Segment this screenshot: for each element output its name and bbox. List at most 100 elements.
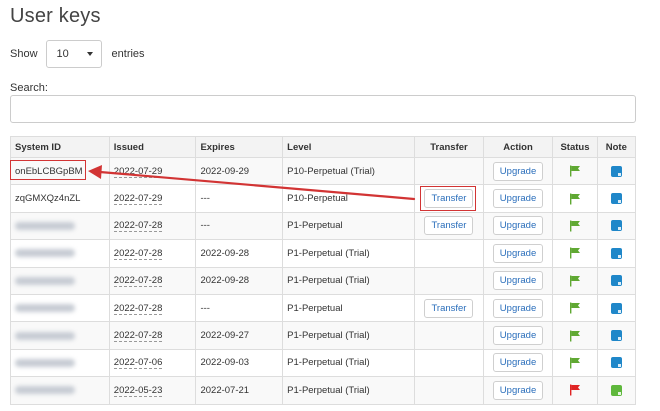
system-id-cell — [10, 239, 110, 268]
flag-icon[interactable] — [569, 330, 581, 342]
issued-cell: 2022-07-29 — [108, 184, 197, 213]
upgrade-button[interactable]: Upgrade — [492, 216, 544, 236]
level-cell: P10-Perpetual — [282, 184, 416, 213]
expires-cell: 2022-09-28 — [195, 266, 284, 295]
entries-select[interactable]: 10 — [45, 40, 102, 68]
table-row: 2022-07-28 --- P1-Perpetual Transfer Upgrade — [10, 211, 637, 241]
flag-icon[interactable] — [569, 275, 581, 287]
flag-icon[interactable] — [569, 357, 581, 369]
search-input[interactable] — [10, 95, 636, 123]
action-cell: Upgrade — [482, 156, 554, 186]
level-cell: P1-Perpetual (Trial) — [282, 348, 416, 378]
issued-cell: 2022-07-29 — [108, 156, 197, 186]
note-icon[interactable] — [610, 302, 622, 314]
action-cell: Upgrade — [482, 266, 554, 295]
note-icon[interactable] — [610, 330, 622, 342]
system-id-redacted — [15, 331, 75, 340]
transfer-cell — [414, 266, 484, 295]
transfer-cell — [414, 376, 484, 405]
upgrade-button[interactable]: Upgrade — [492, 161, 544, 181]
table-row: 2022-07-28 2022-09-28 P1-Perpetual (Trial)… — [10, 239, 637, 268]
note-cell — [596, 211, 637, 241]
flag-icon[interactable] — [569, 193, 581, 205]
upgrade-button[interactable]: Upgrade — [492, 243, 544, 263]
header-system-id[interactable]: System ID — [10, 136, 110, 158]
expires-cell: 2022-09-03 — [195, 348, 284, 378]
header-level[interactable]: Level — [282, 136, 416, 158]
issued-cell: 2022-07-28 — [108, 321, 197, 350]
note-icon[interactable] — [610, 384, 622, 396]
level-cell: P1-Perpetual — [282, 211, 416, 241]
header-expires[interactable]: Expires — [195, 136, 284, 158]
flag-icon[interactable] — [569, 165, 581, 177]
transfer-cell — [414, 321, 484, 350]
chevron-down-icon — [86, 52, 93, 56]
note-cell — [596, 184, 637, 213]
level-cell: P1-Perpetual (Trial) — [282, 239, 416, 268]
transfer-cell: Transfer — [414, 293, 484, 323]
level-cell: P1-Perpetual (Trial) — [282, 266, 416, 295]
note-icon[interactable] — [610, 247, 622, 259]
system-id-value: onEbLCBGpBM — [15, 165, 83, 177]
table-header-row: System ID Issued Expires Level Transfer … — [10, 136, 637, 158]
transfer-button[interactable]: Transfer — [424, 298, 474, 318]
entries-select-value: 10 — [56, 48, 69, 60]
upgrade-button[interactable]: Upgrade — [492, 189, 544, 209]
header-status[interactable]: Status — [552, 136, 598, 158]
action-cell: Upgrade — [482, 239, 554, 268]
expires-cell: 2022-07-21 — [195, 376, 284, 405]
transfer-cell — [414, 156, 484, 186]
upgrade-button[interactable]: Upgrade — [492, 298, 544, 318]
expires-cell: 2022-09-27 — [195, 321, 284, 350]
action-cell: Upgrade — [482, 376, 554, 405]
issued-date: 2022-07-28 — [113, 275, 163, 288]
issued-date: 2022-07-28 — [113, 220, 163, 233]
header-transfer[interactable]: Transfer — [414, 136, 484, 158]
action-cell: Upgrade — [482, 293, 554, 323]
transfer-button[interactable]: Transfer — [424, 216, 474, 236]
header-note[interactable]: Note — [596, 136, 637, 158]
expires-cell: --- — [195, 293, 284, 323]
page-title: User keys — [10, 5, 101, 27]
status-cell — [552, 211, 598, 241]
expires-cell: 2022-09-28 — [195, 239, 284, 268]
note-icon[interactable] — [610, 165, 622, 177]
note-cell — [596, 266, 637, 295]
level-cell: P1-Perpetual (Trial) — [282, 321, 416, 350]
note-icon[interactable] — [610, 275, 622, 287]
note-icon[interactable] — [610, 220, 622, 232]
issued-date: 2022-05-23 — [113, 384, 163, 397]
flag-icon[interactable] — [569, 220, 581, 232]
transfer-cell: Transfer — [414, 184, 484, 213]
upgrade-button[interactable]: Upgrade — [492, 380, 544, 400]
system-id-redacted — [15, 304, 75, 313]
flag-icon[interactable] — [569, 247, 581, 259]
show-label: Show — [10, 48, 38, 60]
issued-date: 2022-07-06 — [113, 357, 163, 370]
upgrade-button[interactable]: Upgrade — [492, 353, 544, 373]
expires-cell: --- — [195, 184, 284, 213]
header-action[interactable]: Action — [482, 136, 554, 158]
issued-cell: 2022-07-28 — [108, 266, 197, 295]
level-cell: P10-Perpetual (Trial) — [282, 156, 416, 186]
upgrade-button[interactable]: Upgrade — [492, 326, 544, 346]
action-cell: Upgrade — [482, 184, 554, 213]
note-icon[interactable] — [610, 193, 622, 205]
table-row: 2022-07-28 2022-09-28 P1-Perpetual (Trial)… — [10, 266, 637, 295]
action-cell: Upgrade — [482, 321, 554, 350]
system-id-value: zqGMXQz4nZL — [15, 193, 81, 205]
upgrade-button[interactable]: Upgrade — [492, 271, 544, 291]
system-id-redacted — [15, 249, 75, 258]
issued-cell: 2022-05-23 — [108, 376, 197, 405]
flag-icon[interactable] — [569, 384, 581, 396]
system-id-cell — [10, 348, 110, 378]
note-icon[interactable] — [610, 357, 622, 369]
system-id-redacted — [15, 221, 75, 230]
flag-icon[interactable] — [569, 302, 581, 314]
header-issued[interactable]: Issued — [108, 136, 197, 158]
action-cell: Upgrade — [482, 211, 554, 241]
transfer-button[interactable]: Transfer — [424, 189, 474, 209]
status-cell — [552, 184, 598, 213]
transfer-cell: Transfer — [414, 211, 484, 241]
table-row: zqGMXQz4nZL 2022-07-29 --- P10-Perpetual Tra… — [10, 184, 637, 213]
